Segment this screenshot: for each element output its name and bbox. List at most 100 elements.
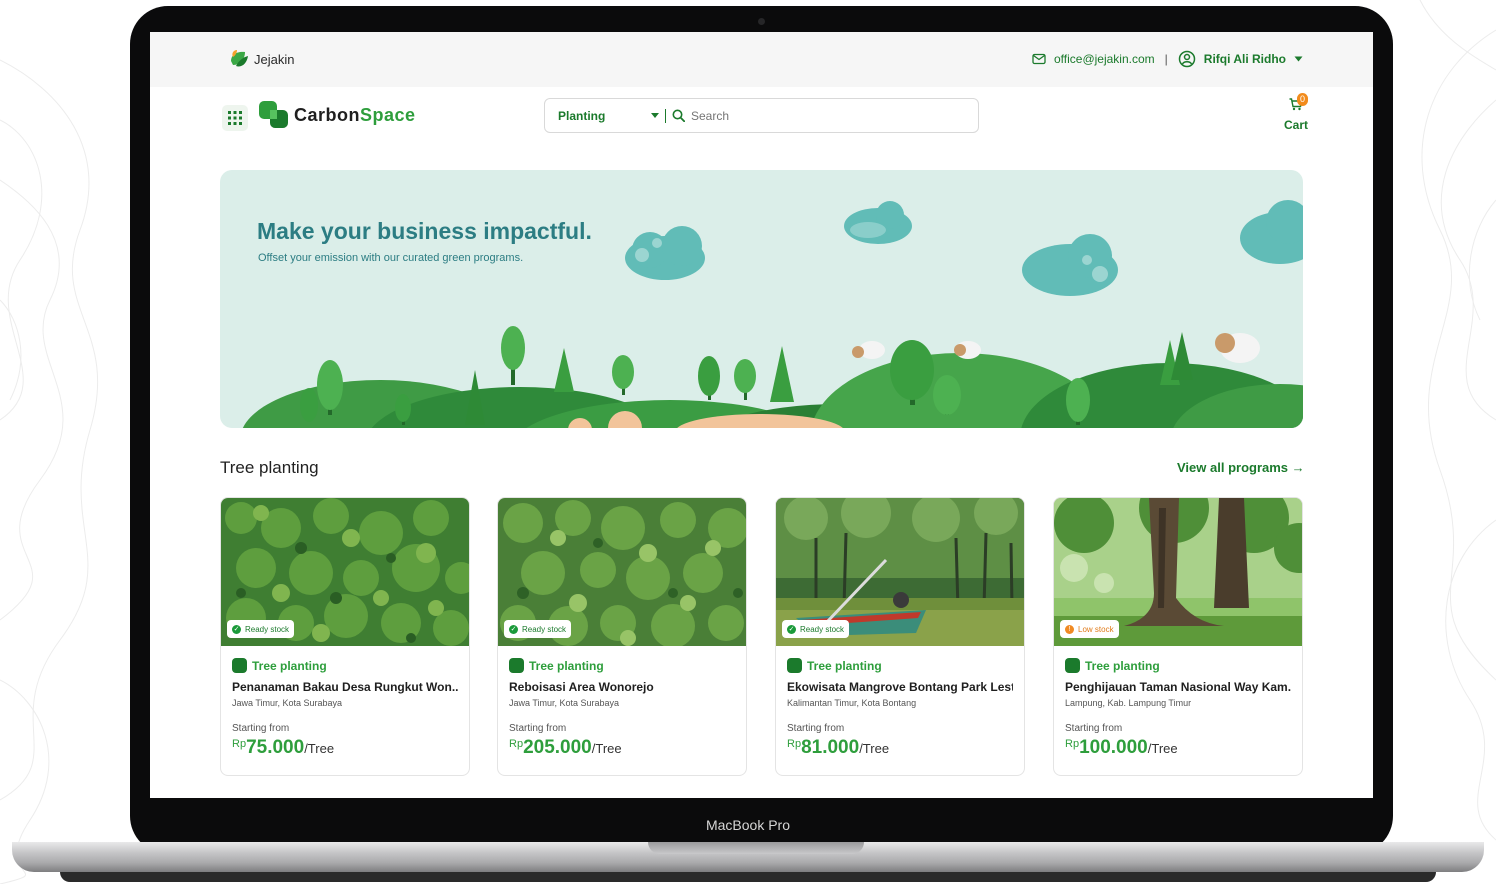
program-card[interactable]: ✓ Ready stock Tree planting Ekowisata Ma…	[775, 497, 1025, 776]
price-row: Rp 75.000 /Tree	[232, 737, 458, 759]
cart-button[interactable]: 0 Cart	[1276, 93, 1316, 132]
program-name: Penghijauan Taman Nasional Way Kam...	[1065, 680, 1291, 694]
starting-from-label: Starting from	[232, 723, 290, 734]
currency: Rp	[787, 738, 802, 750]
program-name: Penanaman Bakau Desa Rungkut Won...	[232, 680, 458, 694]
program-image-big-tree: ! Low stock	[1054, 498, 1302, 646]
category-row: Tree planting	[787, 658, 1013, 673]
search-category-select[interactable]: Planting	[545, 109, 665, 123]
utility-bar: Jejakin office@jejakin.com | Rifqi Ali R…	[150, 32, 1373, 87]
stock-badge: ✓ Ready stock	[504, 620, 572, 638]
browser-screen: Jejakin office@jejakin.com | Rifqi Ali R…	[150, 32, 1373, 798]
hero-banner: Make your business impactful. Offset you…	[220, 170, 1303, 428]
search-input[interactable]	[691, 108, 951, 123]
stock-badge: ✓ Ready stock	[782, 620, 850, 638]
search-icon	[672, 109, 685, 122]
hero-subtitle: Offset your emission with our curated gr…	[258, 252, 524, 264]
price-unit: /Tree	[1147, 741, 1178, 756]
view-all-programs-link[interactable]: View all programs →	[1177, 460, 1305, 475]
category-label: Tree planting	[529, 658, 604, 673]
tree-category-icon	[1065, 658, 1080, 673]
search-bar: Planting	[544, 98, 979, 133]
logo-carbon: Carbon	[294, 104, 360, 125]
program-card[interactable]: ! Low stock Tree planting Penghijauan Ta…	[1053, 497, 1303, 776]
program-location: Jawa Timur, Kota Surabaya	[232, 698, 343, 708]
device-label: MacBook Pro	[705, 817, 791, 833]
price-value: 205.000	[523, 737, 592, 758]
search-divider	[665, 108, 666, 123]
divider: |	[1164, 52, 1168, 66]
logo-space: Space	[360, 104, 416, 125]
apps-menu-button[interactable]	[222, 105, 248, 131]
mail-icon	[1032, 53, 1046, 65]
card-body: Tree planting Penanaman Bakau Desa Rungk…	[221, 646, 469, 759]
contact-email[interactable]: office@jejakin.com	[1054, 52, 1155, 66]
program-card[interactable]: ✓ Ready stock Tree planting Penanaman Ba…	[220, 497, 470, 776]
card-body: Tree planting Reboisasi Area Wonorejo Ja…	[498, 646, 746, 759]
program-location: Kalimantan Timur, Kota Bontang	[787, 698, 917, 708]
jejakin-leaf-icon	[231, 50, 248, 67]
check-icon: ✓	[232, 624, 241, 634]
category-label: Tree planting	[252, 658, 327, 673]
category-row: Tree planting	[1065, 658, 1291, 673]
search-category-value: Planting	[558, 108, 606, 123]
program-card[interactable]: ✓ Ready stock Tree planting Reboisasi Ar…	[497, 497, 747, 776]
grid-icon	[228, 111, 242, 125]
laptop-base-shadow	[60, 872, 1436, 882]
price-row: Rp 205.000 /Tree	[509, 737, 735, 759]
card-body: Tree planting Ekowisata Mangrove Bontang…	[776, 646, 1024, 759]
currency: Rp	[509, 738, 524, 750]
laptop-hinge-notch	[648, 842, 864, 854]
category-label: Tree planting	[807, 658, 882, 673]
starting-from-label: Starting from	[509, 723, 567, 734]
jejakin-logo[interactable]: Jejakin	[228, 48, 294, 70]
price-unit: /Tree	[859, 741, 890, 756]
price-value: 81.000	[801, 737, 860, 758]
price-row: Rp 81.000 /Tree	[787, 737, 1013, 759]
starting-from-label: Starting from	[1065, 723, 1123, 734]
stock-label: Ready stock	[800, 624, 845, 634]
tree-category-icon	[787, 658, 802, 673]
caret-down-icon[interactable]	[1294, 56, 1303, 62]
section-title: Tree planting	[220, 458, 319, 477]
carbonspace-wordmark: CarbonSpace	[294, 105, 416, 126]
camera	[758, 18, 765, 25]
stock-label: Low stock	[1078, 624, 1114, 634]
stock-label: Ready stock	[245, 624, 290, 634]
price-value: 100.000	[1079, 737, 1148, 758]
jejakin-brand-text: Jejakin	[254, 51, 295, 67]
carbonspace-logo[interactable]: CarbonSpace	[258, 99, 416, 131]
hero-title: Make your business impactful.	[257, 218, 592, 244]
cart-label: Cart	[1283, 118, 1308, 132]
category-row: Tree planting	[509, 658, 735, 673]
user-circle-icon	[1178, 50, 1196, 68]
check-icon: ✓	[509, 624, 518, 634]
price-row: Rp 100.000 /Tree	[1065, 737, 1291, 759]
tree-category-icon	[509, 658, 524, 673]
card-body: Tree planting Penghijauan Taman Nasional…	[1054, 646, 1302, 759]
warning-icon: !	[1065, 624, 1074, 634]
program-image-mangrove-boat: ✓ Ready stock	[776, 498, 1024, 646]
currency: Rp	[1065, 738, 1080, 750]
utility-right: office@jejakin.com | Rifqi Ali Ridho	[1032, 50, 1303, 68]
category-label: Tree planting	[1085, 658, 1160, 673]
currency: Rp	[232, 738, 247, 750]
stock-badge: ✓ Ready stock	[227, 620, 295, 638]
stock-label: Ready stock	[522, 624, 567, 634]
cart-count-badge: 0	[1297, 93, 1308, 106]
tree-category-icon	[232, 658, 247, 673]
price-unit: /Tree	[304, 741, 335, 756]
program-image-aerial-forest: ✓ Ready stock	[221, 498, 469, 646]
user-menu[interactable]: Rifqi Ali Ridho	[1204, 52, 1286, 66]
price-value: 75.000	[246, 737, 305, 758]
program-name: Ekowisata Mangrove Bontang Park Lest...	[787, 680, 1013, 694]
carbonspace-logo-icon	[259, 101, 288, 128]
program-location: Jawa Timur, Kota Surabaya	[509, 698, 620, 708]
price-unit: /Tree	[591, 741, 622, 756]
program-name: Reboisasi Area Wonorejo	[509, 680, 654, 694]
program-location: Lampung, Kab. Lampung Timur	[1065, 698, 1192, 708]
program-image-aerial-forest: ✓ Ready stock	[498, 498, 746, 646]
main-nav: CarbonSpace Planting 0	[150, 87, 1373, 147]
category-row: Tree planting	[232, 658, 458, 673]
stock-badge: ! Low stock	[1060, 620, 1119, 638]
